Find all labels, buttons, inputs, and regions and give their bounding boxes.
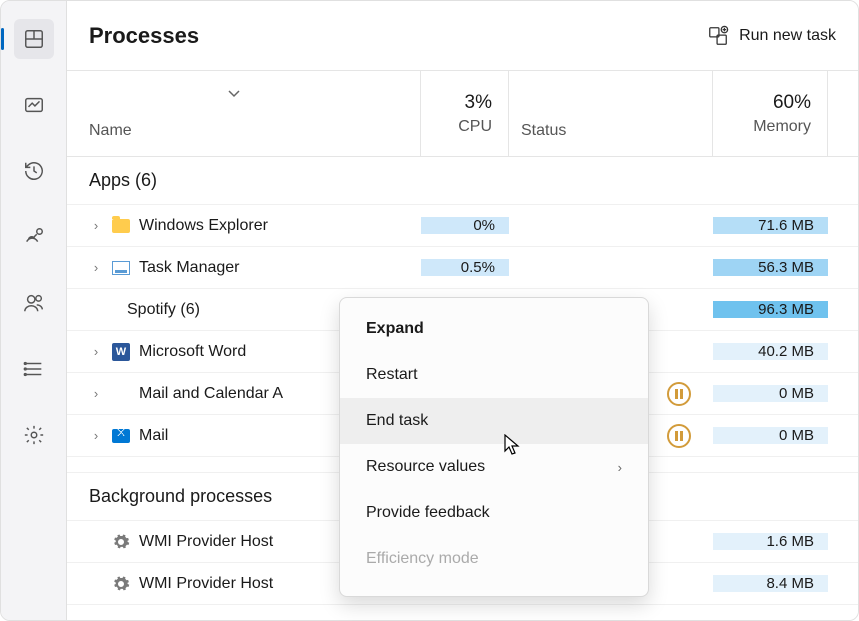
page-title: Processes <box>89 23 199 49</box>
menu-item-efficiency-mode: Efficiency mode <box>340 536 648 582</box>
sidebar-item-details[interactable] <box>14 349 54 389</box>
folder-icon <box>111 216 131 236</box>
memory-label: Memory <box>753 118 811 136</box>
menu-item-resource-values[interactable]: Resource values › <box>340 444 648 490</box>
process-memory: 40.2 MB <box>713 343 828 360</box>
sidebar-item-performance[interactable] <box>14 85 54 125</box>
chevron-right-icon[interactable]: › <box>89 260 103 275</box>
cpu-label: CPU <box>458 118 492 136</box>
column-header-name[interactable]: Name <box>67 71 421 156</box>
menu-item-end-task[interactable]: End task <box>340 398 648 444</box>
menu-item-restart[interactable]: Restart <box>340 352 648 398</box>
menu-item-label: Provide feedback <box>366 504 490 522</box>
run-new-task-label: Run new task <box>739 27 836 45</box>
process-name: Microsoft Word <box>139 343 246 361</box>
menu-item-label: Expand <box>366 320 424 338</box>
process-name: Mail and Calendar A <box>139 385 283 403</box>
sidebar-item-users[interactable] <box>14 283 54 323</box>
context-menu: Expand Restart End task Resource values … <box>339 297 649 597</box>
process-memory: 1.6 MB <box>713 533 828 550</box>
run-task-icon <box>707 25 729 47</box>
sidebar <box>1 1 67 620</box>
memory-percent: 60% <box>773 92 811 114</box>
cursor-icon <box>504 434 522 459</box>
process-memory: 0 MB <box>713 385 828 402</box>
column-header: Name 3% CPU Status 60% Memory <box>67 71 858 157</box>
column-header-cpu[interactable]: 3% CPU <box>421 71 509 156</box>
menu-item-label: End task <box>366 412 428 430</box>
word-icon: W <box>111 342 131 362</box>
column-name-label: Name <box>89 122 132 140</box>
menu-item-label: Efficiency mode <box>366 550 479 568</box>
cpu-percent: 3% <box>465 92 492 114</box>
process-row-task-manager[interactable]: › Task Manager 0.5% 56.3 MB <box>67 247 858 289</box>
group-apps[interactable]: Apps (6) <box>67 157 858 205</box>
menu-item-label: Restart <box>366 366 418 384</box>
run-new-task-button[interactable]: Run new task <box>707 25 836 47</box>
chevron-right-icon[interactable]: › <box>89 218 103 233</box>
mail-icon <box>111 426 131 446</box>
process-memory: 56.3 MB <box>713 259 828 276</box>
process-memory: 71.6 MB <box>713 217 828 234</box>
process-name: Task Manager <box>139 259 240 277</box>
sidebar-item-history[interactable] <box>14 151 54 191</box>
process-cpu: 0% <box>421 217 509 234</box>
chevron-right-icon[interactable]: › <box>89 428 103 443</box>
process-memory: 96.3 MB <box>713 301 828 318</box>
performance-icon <box>23 94 45 116</box>
process-name: WMI Provider Host <box>139 575 273 593</box>
column-header-status[interactable]: Status <box>509 71 713 156</box>
processes-icon <box>23 28 45 50</box>
gear-icon <box>111 532 131 552</box>
sidebar-item-processes[interactable] <box>14 19 54 59</box>
sidebar-item-startup[interactable] <box>14 217 54 257</box>
details-icon <box>23 358 45 380</box>
chevron-down-icon <box>227 85 241 101</box>
sidebar-item-services[interactable] <box>14 415 54 455</box>
pause-icon <box>667 382 691 406</box>
gear-icon <box>111 574 131 594</box>
status-label: Status <box>521 122 566 140</box>
process-name: Spotify (6) <box>127 301 200 319</box>
process-name: WMI Provider Host <box>139 533 273 551</box>
process-memory: 0 MB <box>713 427 828 444</box>
startup-icon <box>23 226 45 248</box>
services-icon <box>23 424 45 446</box>
process-name: Windows Explorer <box>139 217 268 235</box>
users-icon <box>23 292 45 314</box>
group-apps-label: Apps (6) <box>89 170 421 191</box>
chart-icon <box>111 258 131 278</box>
chevron-right-icon: › <box>618 460 622 475</box>
process-row-windows-explorer[interactable]: › Windows Explorer 0% 71.6 MB <box>67 205 858 247</box>
header: Processes Run new task <box>67 1 858 71</box>
process-memory: 8.4 MB <box>713 575 828 592</box>
menu-item-provide-feedback[interactable]: Provide feedback <box>340 490 648 536</box>
chevron-right-icon[interactable]: › <box>89 386 103 401</box>
column-header-memory[interactable]: 60% Memory <box>713 71 828 156</box>
process-name: Mail <box>139 427 168 445</box>
process-cpu: 0.5% <box>421 259 509 276</box>
pause-icon <box>667 424 691 448</box>
app-icon <box>111 384 131 404</box>
history-icon <box>23 160 45 182</box>
menu-item-expand[interactable]: Expand <box>340 306 648 352</box>
chevron-right-icon[interactable]: › <box>89 344 103 359</box>
menu-item-label: Resource values <box>366 458 485 476</box>
